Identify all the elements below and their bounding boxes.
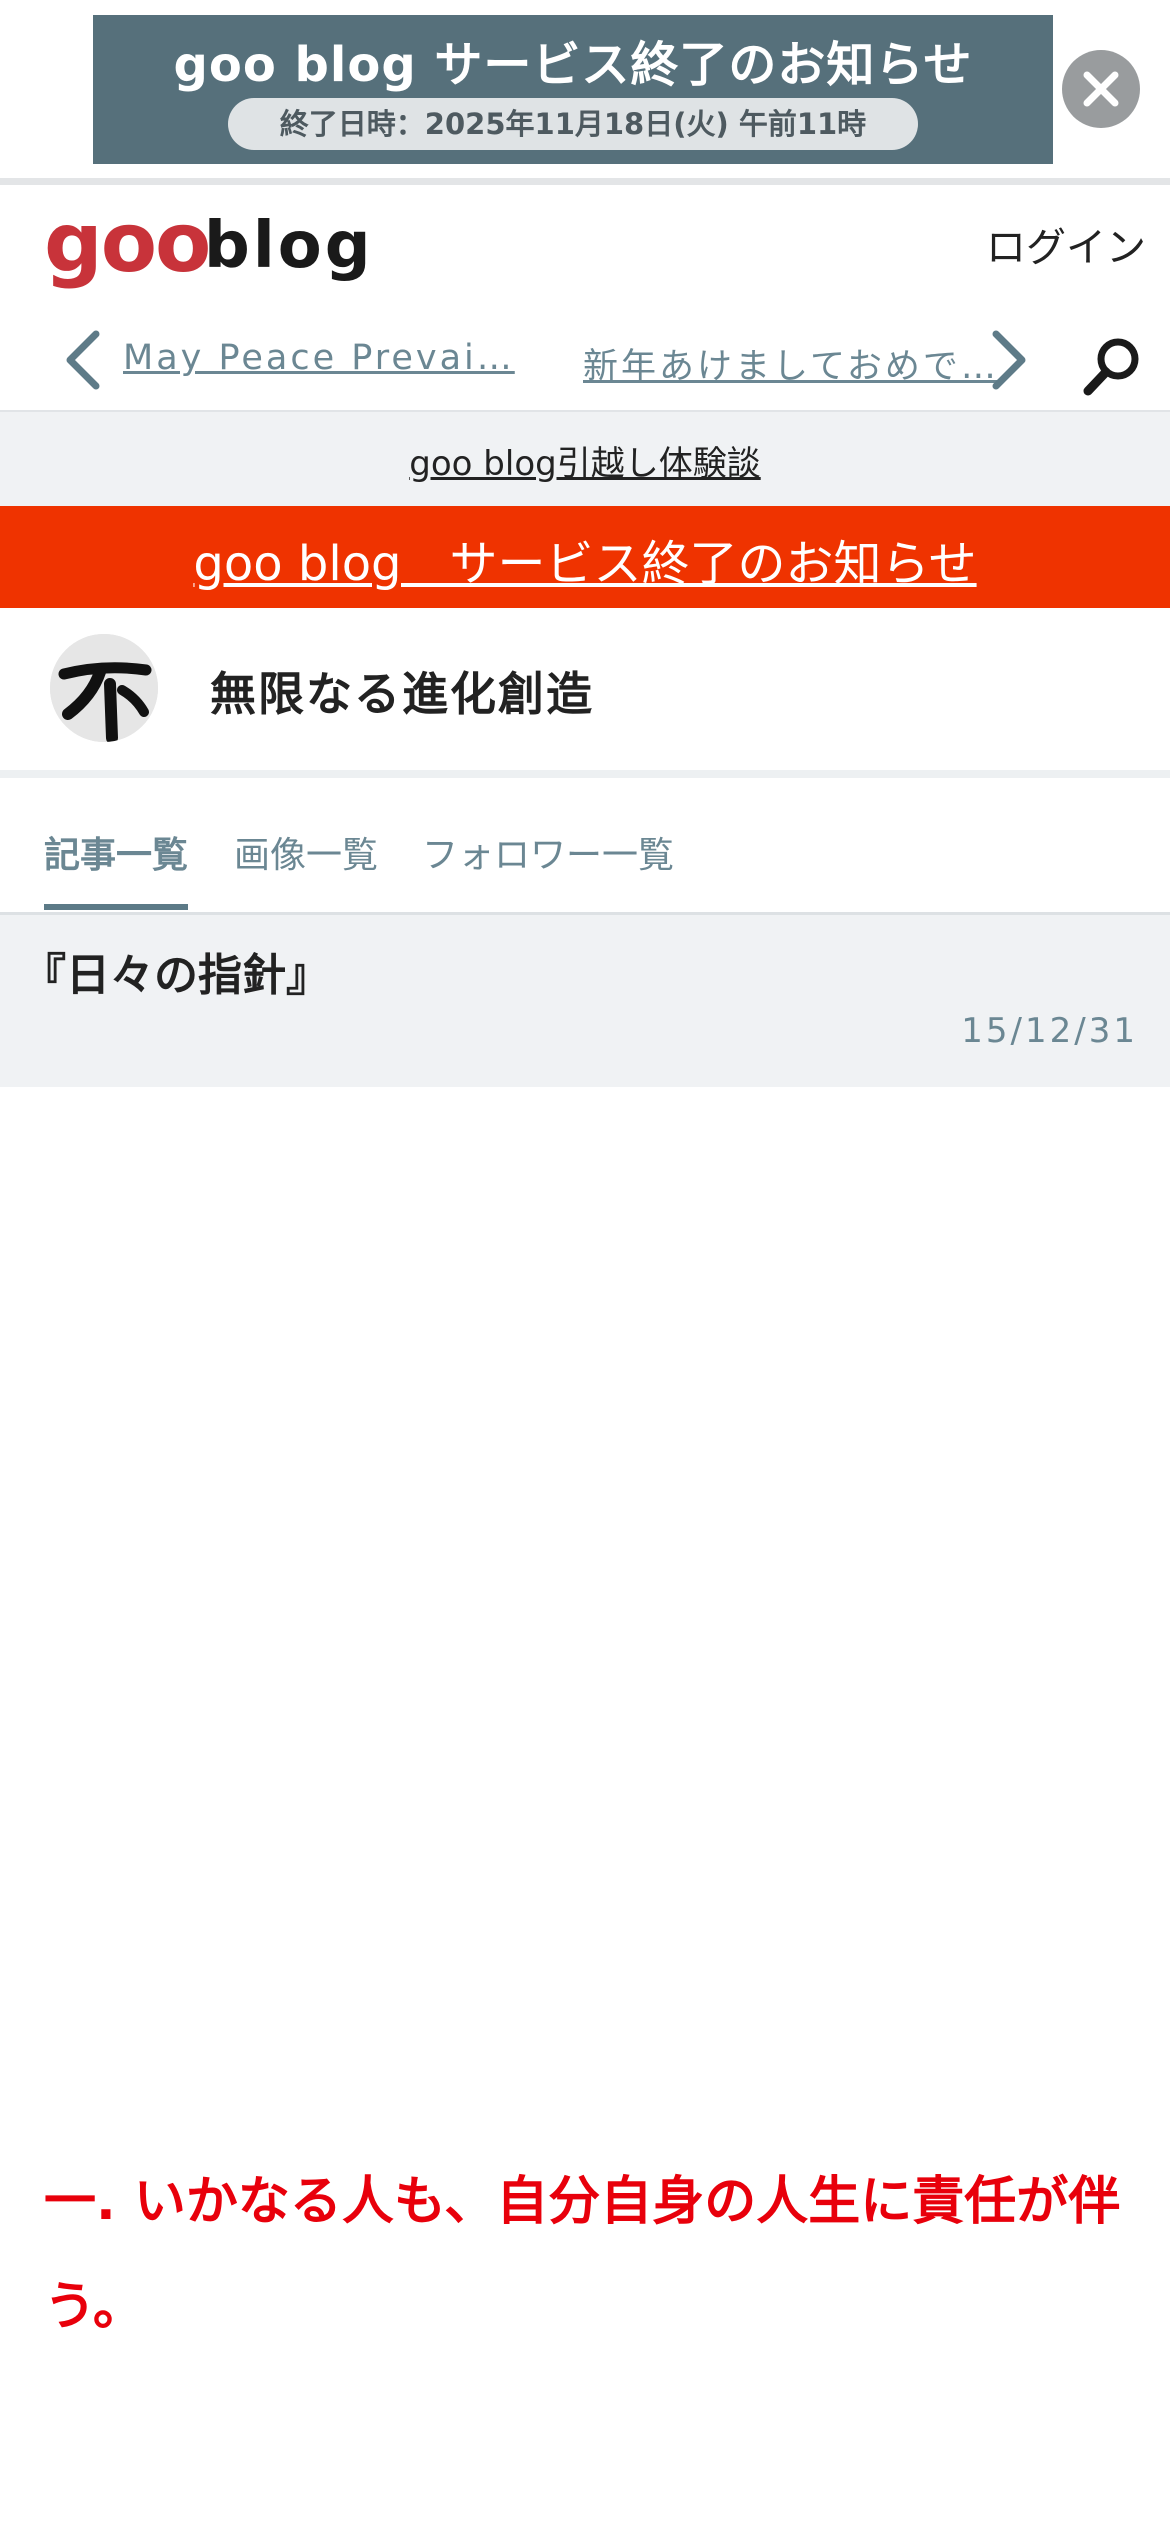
blog-tabs: 記事一覧 画像一覧 フォロワー一覧 — [0, 790, 1170, 915]
ad-title: goo blog サービス終了のお知らせ — [173, 37, 973, 93]
prev-article-link[interactable]: May Peace Prevai… — [123, 338, 515, 378]
entry-header: 『日々の指針』 15/12/31 — [0, 915, 1170, 1087]
service-end-ad-banner[interactable]: goo blog サービス終了のお知らせ 終了日時：2025年11月18日(火)… — [93, 15, 1053, 164]
entry-body-text: 一. いかなる人も、自分自身の人生に責任が伴う。 — [44, 2172, 1121, 2337]
article-nav: May Peace Prevai… 新年あけましておめで… — [0, 310, 1170, 410]
tab-followers[interactable]: フォロワー一覧 — [422, 826, 674, 904]
avatar-image — [50, 634, 158, 742]
service-end-notice-bar: goo blog サービス終了のお知らせ — [0, 506, 1170, 608]
site-header: goo blog ログイン May Peace Prevai… 新年あけましてお… — [0, 185, 1170, 410]
tab-articles[interactable]: 記事一覧 — [44, 826, 189, 910]
entry-date: 15/12/31 — [961, 1011, 1138, 1051]
service-end-notice-link[interactable]: goo blog サービス終了のお知らせ — [193, 524, 976, 594]
logo-goo-text: goo — [44, 196, 211, 291]
close-ad-button[interactable] — [1062, 50, 1140, 128]
blog-title[interactable]: 無限なる進化創造 — [210, 658, 594, 724]
migration-bar: goo blog引越し体験談 — [0, 410, 1170, 506]
next-article-link[interactable]: 新年あけましておめで… — [583, 338, 999, 389]
chevron-right-icon[interactable] — [990, 328, 1030, 392]
ad-end-date: 終了日時：2025年11月18日(火) 午前11時 — [228, 98, 918, 150]
search-icon[interactable] — [1080, 335, 1144, 399]
entry-title[interactable]: 『日々の指針』 — [22, 939, 330, 1003]
close-icon — [1083, 71, 1119, 107]
avatar[interactable] — [50, 634, 158, 742]
chevron-left-icon[interactable] — [62, 328, 102, 392]
logo-blog-text: blog — [204, 209, 374, 283]
divider — [0, 178, 1170, 185]
top-ad-area: goo blog サービス終了のお知らせ 終了日時：2025年11月18日(火)… — [0, 0, 1170, 178]
blog-header: 無限なる進化創造 — [0, 608, 1170, 778]
tab-images[interactable]: 画像一覧 — [234, 826, 378, 904]
login-link[interactable]: ログイン — [986, 215, 1146, 273]
migration-story-link[interactable]: goo blog引越し体験談 — [409, 436, 760, 485]
